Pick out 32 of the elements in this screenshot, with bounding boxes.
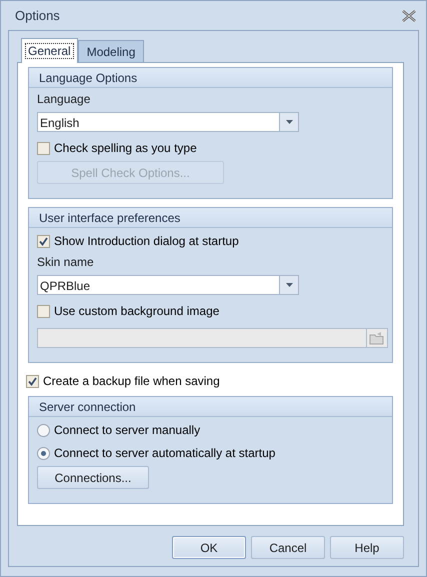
tab[interactable]: General — [21, 38, 78, 63]
group-title: User interface preferences — [29, 208, 392, 228]
field-label: Language — [37, 92, 92, 106]
radio-indicator[interactable] — [37, 446, 50, 460]
caret-icon — [286, 120, 292, 124]
folder-icon — [369, 331, 385, 345]
window-title: Options — [15, 8, 60, 23]
dropdown[interactable]: QPRBlue — [37, 275, 299, 295]
radio-button[interactable]: Connect to server manually — [37, 423, 384, 437]
close-icon[interactable] — [402, 10, 416, 22]
checkbox[interactable]: Show Introduction dialog at startup — [37, 234, 384, 248]
radio-button[interactable]: Connect to server automatically at startup — [37, 446, 384, 460]
caret-icon — [286, 283, 292, 287]
tab[interactable]: Modeling — [78, 40, 144, 62]
checkbox-indicator[interactable] — [37, 142, 50, 154]
checkbox-indicator[interactable] — [26, 374, 39, 388]
group-title: Language Options — [29, 68, 392, 88]
checkbox[interactable]: Check spelling as you type — [37, 141, 384, 155]
check-icon — [39, 236, 48, 246]
dialog-button[interactable]: Cancel — [251, 536, 325, 559]
radio-indicator[interactable] — [37, 424, 50, 436]
checkbox-indicator[interactable] — [37, 304, 50, 318]
check-icon — [28, 376, 37, 386]
dialog-button[interactable]: Help — [330, 536, 404, 559]
checkbox[interactable]: Create a backup file when saving — [26, 374, 220, 388]
field-label: Skin name — [37, 255, 95, 269]
dialog-button[interactable]: OK — [172, 536, 246, 559]
checkbox-indicator[interactable] — [37, 234, 50, 248]
checkbox[interactable]: Use custom background image — [37, 304, 384, 318]
button[interactable]: Connections... — [37, 466, 149, 489]
group-title: Server connection — [29, 397, 392, 417]
dropdown[interactable]: English — [37, 112, 299, 132]
